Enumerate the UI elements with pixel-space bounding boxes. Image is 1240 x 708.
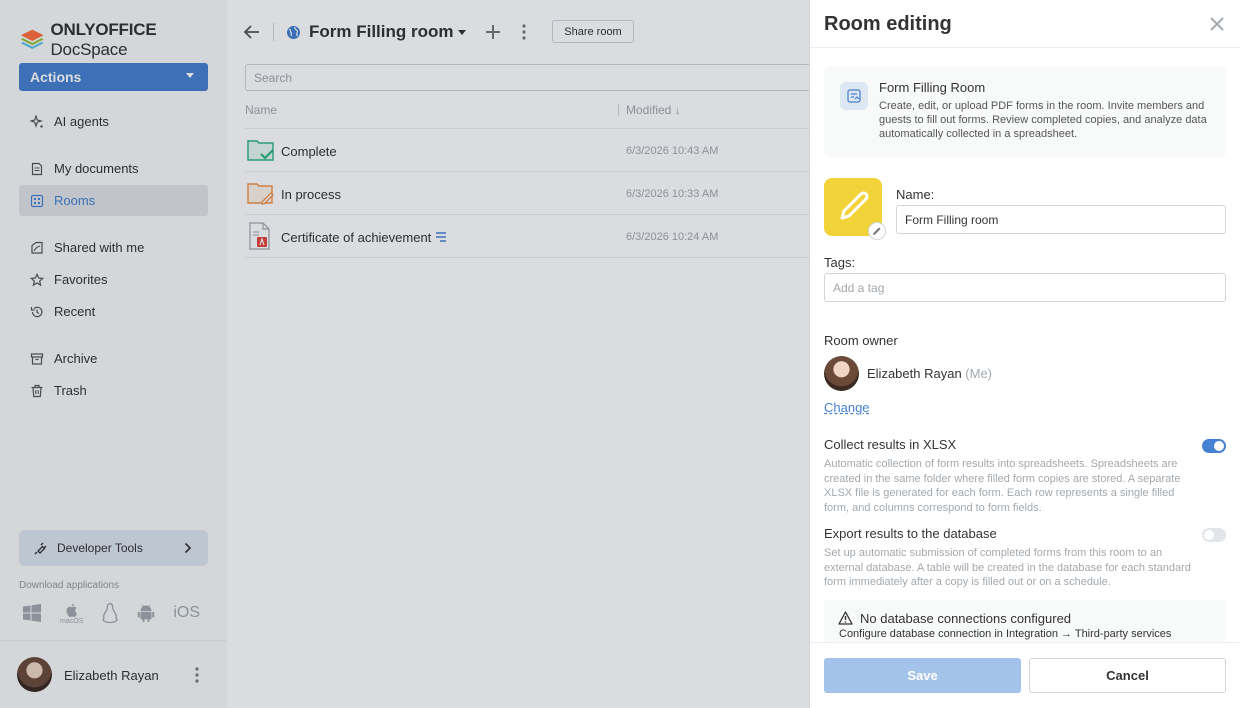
- tags-label: Tags:: [824, 255, 856, 270]
- export-db-label: Export results to the database: [824, 526, 997, 541]
- room-type-card: Form Filling Room Create, edit, or uploa…: [824, 66, 1226, 157]
- owner-name-text: Elizabeth Rayan: [867, 366, 962, 381]
- form-room-icon: [840, 82, 868, 110]
- export-db-toggle[interactable]: [1202, 528, 1226, 542]
- toggle-knob: [1204, 530, 1214, 540]
- warning-title: No database connections configured: [860, 611, 1072, 626]
- close-icon[interactable]: [1210, 17, 1224, 31]
- toggle-knob: [1214, 441, 1224, 451]
- owner-name: Elizabeth Rayan (Me): [867, 366, 992, 381]
- collect-xlsx-toggle[interactable]: [1202, 439, 1226, 453]
- panel-footer: Save Cancel: [810, 642, 1240, 708]
- name-label: Name:: [896, 187, 935, 202]
- room-type-description: Create, edit, or upload PDF forms in the…: [879, 100, 1207, 140]
- tags-input[interactable]: Add a tag: [824, 273, 1226, 302]
- collect-xlsx-label: Collect results in XLSX: [824, 437, 957, 452]
- room-logo[interactable]: [824, 178, 886, 240]
- divider: [810, 47, 1240, 48]
- collect-xlsx-description: Automatic collection of form results int…: [824, 458, 1181, 514]
- owner-avatar: [824, 356, 859, 391]
- owner-me-badge: (Me): [965, 366, 993, 381]
- save-button[interactable]: Save: [824, 658, 1021, 693]
- no-db-connections-notice: No database connections configured Confi…: [824, 600, 1226, 642]
- warning-description: Configure database connection in Integra…: [839, 628, 1172, 640]
- modal-backdrop[interactable]: [0, 0, 809, 708]
- room-name-input[interactable]: Form Filling room: [896, 205, 1226, 234]
- export-db-description: Set up automatic submission of completed…: [824, 547, 1191, 588]
- cancel-button[interactable]: Cancel: [1029, 658, 1226, 693]
- room-owner-label: Room owner: [824, 333, 898, 348]
- panel-title: Room editing: [824, 13, 952, 35]
- room-editing-panel: Room editing Form Filling Room Create, e…: [809, 0, 1240, 708]
- change-owner-link[interactable]: Change: [824, 400, 870, 415]
- edit-logo-button[interactable]: [868, 222, 886, 240]
- pencil-small-icon: [873, 227, 881, 235]
- room-type-title: Form Filling Room: [879, 80, 986, 95]
- warning-icon: [838, 611, 853, 625]
